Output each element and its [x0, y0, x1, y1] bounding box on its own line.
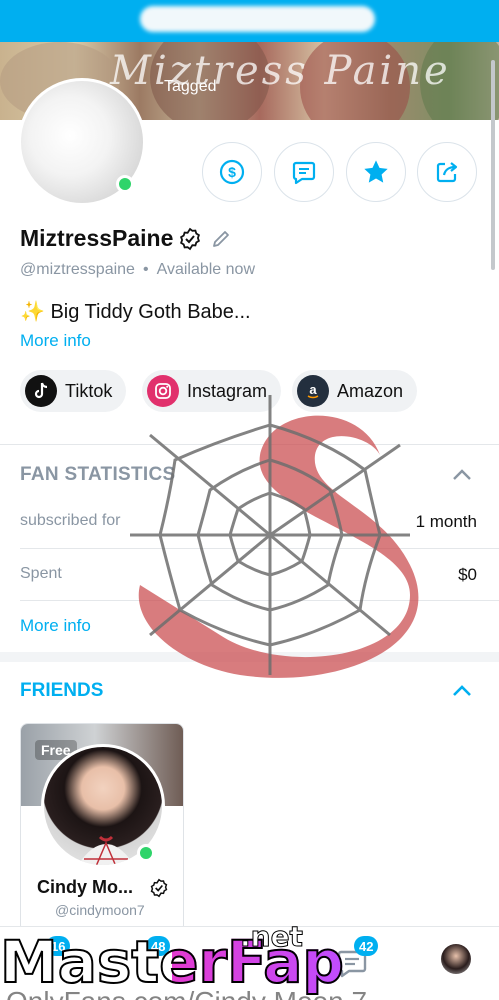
watermark-footer: OnlyFans.com/Cindy Moon 7 — [0, 990, 499, 1000]
username: @miztresspaine — [20, 261, 135, 278]
bio-text: ✨ Big Tiddy Goth Babe... — [20, 301, 251, 323]
top-bar — [0, 0, 499, 42]
verified-icon — [180, 227, 200, 251]
friend-handle: @cindymoon7 — [55, 902, 145, 918]
verified-icon — [150, 878, 168, 898]
message-icon — [292, 161, 316, 185]
share-icon — [436, 162, 458, 183]
bio-more-info-link[interactable]: More info — [20, 331, 91, 351]
separator-dot: • — [142, 261, 149, 278]
scrollbar[interactable] — [491, 60, 495, 270]
friend-name: Cindy Mo... — [37, 877, 133, 897]
fan-stats-more-info-link[interactable]: More info — [20, 616, 91, 636]
nav-badge-messages: 42 — [354, 936, 379, 956]
username-line: @miztresspaine • Available now — [20, 261, 255, 279]
spider-web-watermark — [130, 395, 419, 678]
chevron-up-icon[interactable] — [451, 682, 473, 698]
message-button[interactable] — [274, 142, 334, 202]
chevron-up-icon[interactable] — [451, 466, 473, 482]
dollar-icon: $ — [219, 159, 245, 185]
friend-card[interactable]: Free Cindy Mo... @cindymoon7 — [20, 723, 184, 933]
svg-text:$: $ — [228, 164, 236, 180]
cover-title: Miztress Paine — [110, 48, 451, 94]
online-status-dot — [116, 175, 134, 193]
star-icon — [364, 160, 388, 183]
edit-pencil-icon[interactable] — [210, 228, 232, 250]
watermark-tld: .net — [240, 920, 304, 954]
display-name: MiztressPaine — [20, 225, 174, 251]
share-button[interactable] — [417, 142, 477, 202]
tagged-label[interactable]: Tagged — [164, 78, 217, 96]
social-chip-label: Tiktok — [65, 380, 113, 401]
tiktok-icon — [25, 375, 57, 407]
favorite-button[interactable] — [346, 142, 406, 202]
stat-label-spent: Spent — [20, 565, 62, 582]
friends-title: FRIENDS — [20, 680, 104, 701]
availability-status: Available now — [156, 261, 255, 278]
friend-online-dot — [137, 844, 155, 862]
stat-value-spent: $0 — [458, 565, 477, 584]
redacted-bar-text — [140, 6, 375, 32]
stat-label-subscribed: subscribed for — [20, 512, 121, 529]
tip-button[interactable]: $ — [202, 142, 262, 202]
nav-profile-avatar[interactable] — [441, 944, 471, 974]
